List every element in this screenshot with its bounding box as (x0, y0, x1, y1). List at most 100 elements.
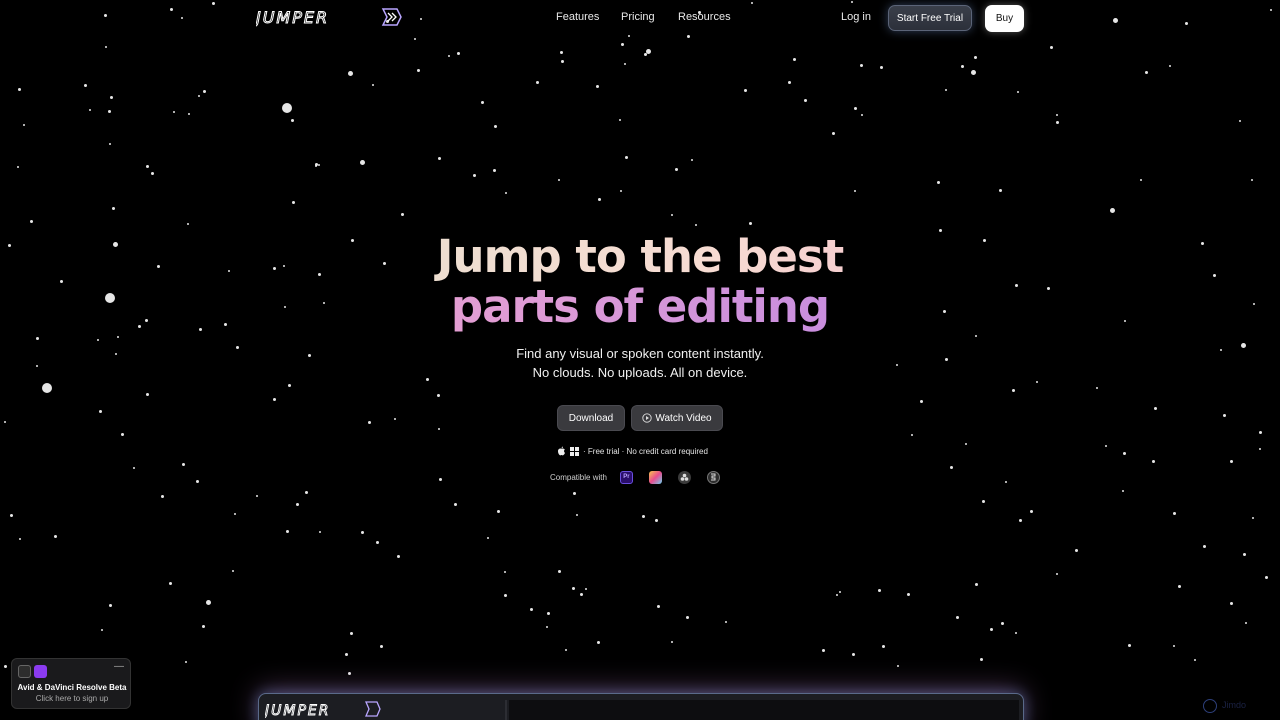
star (956, 616, 959, 619)
star (23, 124, 25, 126)
corner-badge-icon[interactable] (1203, 699, 1217, 713)
beta-widget-title: Avid & DaVinci Resolve Beta (17, 683, 127, 692)
hero-title-line2: parts of editing (0, 282, 1280, 332)
jumper-logo[interactable]: JUMPER (256, 7, 406, 27)
star (345, 653, 348, 656)
star (1252, 517, 1254, 519)
star (1105, 445, 1107, 447)
star (505, 192, 507, 194)
page: JUMPER Features Pricing Resources Log in… (0, 0, 1280, 720)
watch-video-button[interactable]: Watch Video (631, 405, 723, 431)
star (860, 64, 863, 67)
star (376, 541, 379, 544)
star (646, 49, 651, 54)
star (882, 645, 885, 648)
star (202, 625, 205, 628)
star (437, 394, 440, 397)
compatible-with-label: Compatible with (550, 472, 607, 482)
beta-signup-widget[interactable]: — Avid & DaVinci Resolve Beta Click here… (11, 658, 131, 709)
star (1056, 121, 1059, 124)
star (644, 53, 647, 56)
star (234, 513, 236, 515)
star (146, 165, 149, 168)
star (975, 335, 977, 337)
star (286, 530, 289, 533)
star (1122, 490, 1124, 492)
star (18, 88, 21, 91)
nav-resources[interactable]: Resources (678, 11, 731, 23)
star (110, 96, 113, 99)
download-button[interactable]: Download (557, 405, 625, 431)
star (990, 628, 993, 631)
star (1140, 179, 1142, 181)
star (198, 95, 200, 97)
logo-text: JUMPER (256, 8, 329, 27)
buy-button[interactable]: Buy (985, 5, 1024, 32)
star (17, 166, 19, 168)
star (691, 159, 693, 161)
login-link[interactable]: Log in (841, 11, 871, 23)
star (256, 495, 258, 497)
star (897, 665, 899, 667)
star (169, 582, 172, 585)
star (504, 571, 506, 573)
star (348, 672, 351, 675)
star (109, 604, 112, 607)
star (597, 641, 600, 644)
star (117, 336, 119, 338)
play-icon (642, 413, 653, 423)
premiere-pro-icon: Pr (619, 470, 633, 484)
hero-subtitle-line2: No clouds. No uploads. All on device. (532, 365, 748, 380)
star (907, 593, 910, 596)
star (1152, 460, 1155, 463)
star (1056, 573, 1058, 575)
star (291, 119, 294, 122)
star (173, 111, 175, 113)
davinci-resolve-small-icon (18, 665, 31, 678)
star (1239, 120, 1241, 122)
corner-badge-text: Jimdo (1222, 700, 1247, 710)
star (1259, 431, 1262, 434)
star (368, 421, 371, 424)
star (305, 491, 308, 494)
nav-features[interactable]: Features (556, 11, 599, 23)
star (108, 110, 111, 113)
star (397, 555, 400, 558)
star (536, 81, 539, 84)
minimize-icon[interactable]: — (114, 661, 124, 672)
star (1173, 645, 1175, 647)
star (487, 537, 489, 539)
star (54, 535, 57, 538)
star (598, 198, 601, 201)
preview-divider (505, 700, 507, 720)
star (695, 224, 697, 226)
star (980, 658, 983, 661)
star (182, 463, 185, 466)
star (558, 570, 561, 573)
star (161, 495, 164, 498)
star (961, 65, 964, 68)
star (852, 653, 855, 656)
star (121, 433, 124, 436)
star (878, 589, 881, 592)
nav-pricing[interactable]: Pricing (621, 11, 655, 23)
star (619, 119, 621, 121)
star (372, 84, 374, 86)
star (188, 113, 190, 115)
star (360, 160, 365, 165)
star (84, 84, 87, 87)
star (793, 58, 796, 61)
davinci-resolve-icon (677, 470, 691, 484)
star (1056, 114, 1058, 116)
star (974, 56, 977, 59)
star (89, 109, 91, 111)
star (1005, 481, 1007, 483)
star (348, 71, 353, 76)
star (1015, 632, 1017, 634)
start-free-trial-button[interactable]: Start Free Trial (888, 5, 972, 31)
hero-title: Jump to the best parts of editing (0, 232, 1280, 332)
star (97, 339, 99, 341)
star (292, 201, 295, 204)
star (1203, 545, 1206, 548)
star (804, 99, 807, 102)
